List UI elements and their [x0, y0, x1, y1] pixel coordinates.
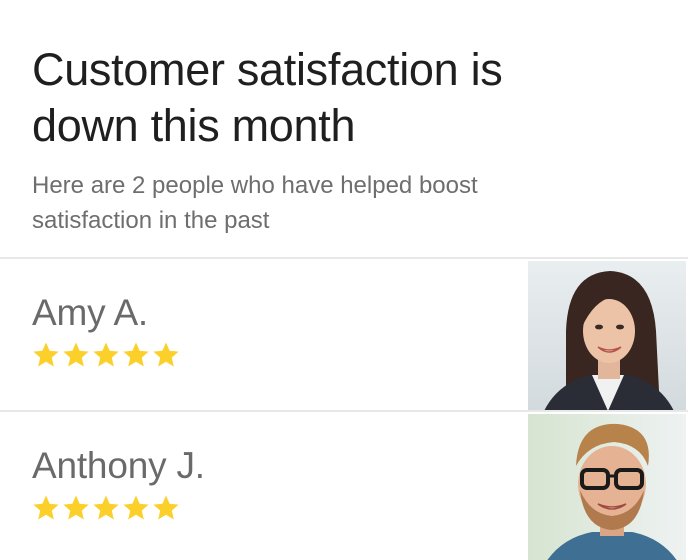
star-icon	[93, 342, 119, 367]
star-icon	[93, 495, 119, 520]
star-icon	[123, 342, 149, 367]
star-icon	[33, 342, 59, 367]
card-title-line-2: down this month	[32, 100, 356, 151]
card-subtitle: Here are 2 people who have helped boost …	[32, 168, 552, 238]
star-icon	[63, 342, 89, 367]
card-header: Customer satisfaction is down this month…	[32, 42, 652, 238]
card-title: Customer satisfaction is down this month	[32, 42, 652, 154]
satisfaction-card: Customer satisfaction is down this month…	[0, 0, 688, 560]
card-title-line-1: Customer satisfaction is	[32, 44, 503, 95]
star-icon	[153, 495, 179, 520]
star-icon	[33, 495, 59, 520]
star-icon	[153, 342, 179, 367]
card-subtitle-line-1: Here are 2 people who have helped boost	[32, 172, 478, 199]
star-rating	[32, 494, 180, 522]
avatar-photo-anthony	[528, 414, 686, 560]
star-rating	[32, 341, 180, 369]
card-subtitle-line-2: satisfaction in the past	[32, 207, 270, 234]
avatar-photo-amy	[528, 261, 686, 411]
star-icon	[123, 495, 149, 520]
star-icon	[63, 495, 89, 520]
person-name: Amy A.	[32, 292, 148, 333]
person-list-item[interactable]: Anthony J.	[0, 412, 688, 560]
avatar	[528, 261, 686, 411]
person-list-item[interactable]: Amy A.	[0, 259, 688, 411]
person-name: Anthony J.	[32, 445, 205, 486]
avatar	[528, 414, 686, 560]
